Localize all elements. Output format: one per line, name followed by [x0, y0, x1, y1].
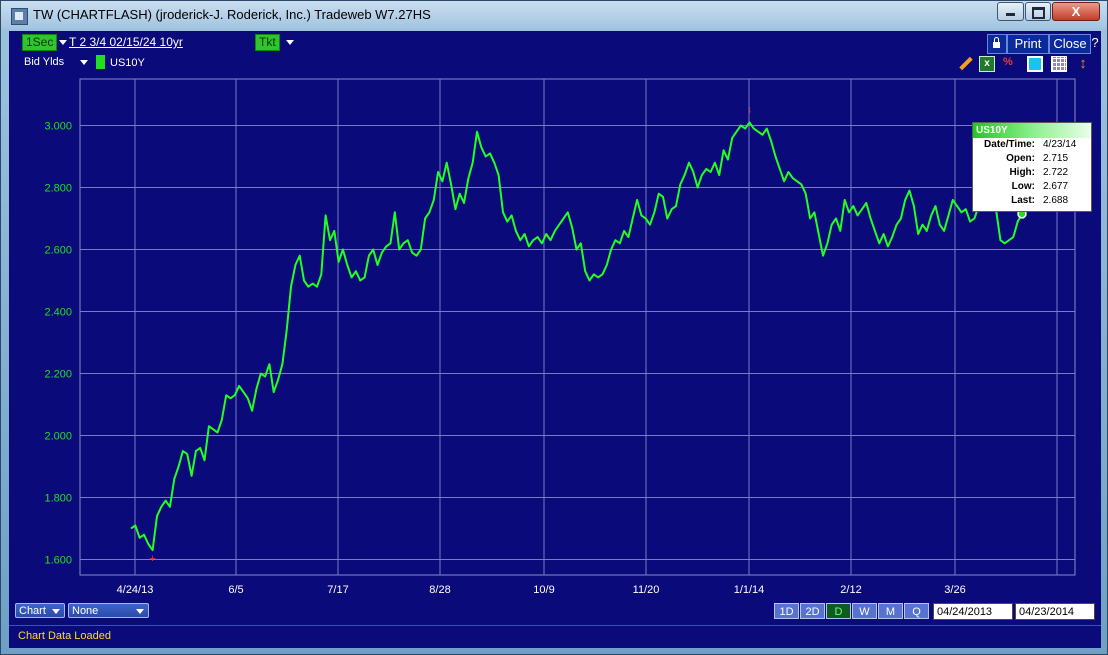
tooltip-label: Low:	[1011, 181, 1035, 192]
status-bar: Chart Data Loaded	[9, 625, 1101, 647]
tooltip-label: Last:	[1011, 195, 1035, 206]
yield-chart[interactable]: 1.600 1.800 2.000 2.200 2.400 2.600 2.800 3.000…	[9, 31, 1101, 601]
period-m-button[interactable]: M	[878, 603, 903, 619]
title-bar[interactable]: TW (CHARTFLASH) (jroderick-J. Roderick, …	[1, 1, 1107, 29]
tooltip-row: Open: 2.715	[973, 152, 1091, 166]
x-tick-label: 3/26	[944, 584, 965, 596]
tooltip-row: Date/Time: 4/23/14	[973, 138, 1091, 152]
status-text: Chart Data Loaded	[18, 630, 111, 642]
period-w-button[interactable]: W	[852, 603, 877, 619]
x-tick-label: 4/24/13	[117, 584, 154, 596]
y-tick-label: 1.800	[44, 493, 72, 505]
window-close-button[interactable]: X	[1052, 2, 1100, 21]
tooltip-label: Open:	[1006, 153, 1035, 164]
maximize-button[interactable]	[1025, 2, 1051, 21]
close-icon: X	[1071, 4, 1081, 19]
y-tick-label: 2.600	[44, 245, 72, 257]
period-2d-button[interactable]: 2D	[800, 603, 825, 619]
bottom-toolbar: Chart None 1D 2D D W M Q 04/24/2013 04/2…	[9, 601, 1101, 621]
tooltip-value: 2.722	[1043, 167, 1069, 178]
low-marker: +	[149, 553, 155, 565]
x-tick-label: 6/5	[228, 584, 243, 596]
tooltip-value: 4/23/14	[1043, 139, 1077, 150]
plot-frame	[79, 78, 1076, 576]
x-tick-label: 11/20	[633, 584, 660, 596]
data-tooltip: US10Y Date/Time: 4/23/14 Open: 2.715 High:…	[972, 122, 1092, 212]
study-label: None	[72, 605, 99, 617]
chevron-down-icon	[52, 609, 60, 614]
end-date-field[interactable]: 04/23/2014	[1015, 603, 1095, 620]
maximize-icon	[1026, 4, 1050, 19]
y-tick-label: 2.400	[44, 307, 72, 319]
period-1d-button[interactable]: 1D	[774, 603, 799, 619]
x-tick-label: 2/12	[840, 584, 861, 596]
start-date-field[interactable]: 04/24/2013	[933, 603, 1013, 620]
x-tick-label: 10/9	[533, 584, 554, 596]
minimize-button[interactable]	[997, 2, 1024, 21]
chart-type-label: Chart	[19, 605, 46, 617]
tooltip-label: High:	[1009, 167, 1035, 178]
y-tick-label: 1.600	[44, 555, 72, 567]
tooltip-value: 2.688	[1043, 195, 1069, 206]
tooltip-value: 2.677	[1043, 181, 1069, 192]
app-icon	[11, 8, 28, 25]
y-tick-label: 2.000	[44, 431, 72, 443]
chart-type-dropdown[interactable]: Chart	[15, 603, 65, 618]
tooltip-label: Date/Time:	[984, 139, 1035, 150]
tooltip-row: Last: 2.688	[973, 194, 1091, 208]
chart-app: 1Sec T 2 3/4 02/15/24 10yr Tkt Print Clo…	[9, 31, 1101, 648]
y-tick-label: 2.200	[44, 369, 72, 381]
app-window: TW (CHARTFLASH) (jroderick-J. Roderick, …	[0, 0, 1108, 655]
y-tick-label: 3.000	[44, 121, 72, 133]
tooltip-row: Low: 2.677	[973, 180, 1091, 194]
x-tick-label: 8/28	[429, 584, 450, 596]
period-q-button[interactable]: Q	[904, 603, 929, 619]
tooltip-row: High: 2.722	[973, 166, 1091, 180]
x-tick-label: 1/1/14	[734, 584, 765, 596]
chevron-down-icon	[136, 609, 144, 614]
series-line-us10y	[130, 121, 1023, 552]
period-d-button[interactable]: D	[826, 603, 851, 619]
x-tick-label: 7/17	[327, 584, 348, 596]
tooltip-value: 2.715	[1043, 153, 1069, 164]
minimize-icon	[998, 4, 1023, 16]
window-title: TW (CHARTFLASH) (jroderick-J. Roderick, …	[33, 7, 431, 22]
high-marker: ↓	[747, 104, 752, 115]
y-tick-label: 2.800	[44, 183, 72, 195]
tooltip-title: US10Y	[973, 123, 1091, 138]
study-dropdown[interactable]: None	[68, 603, 149, 618]
